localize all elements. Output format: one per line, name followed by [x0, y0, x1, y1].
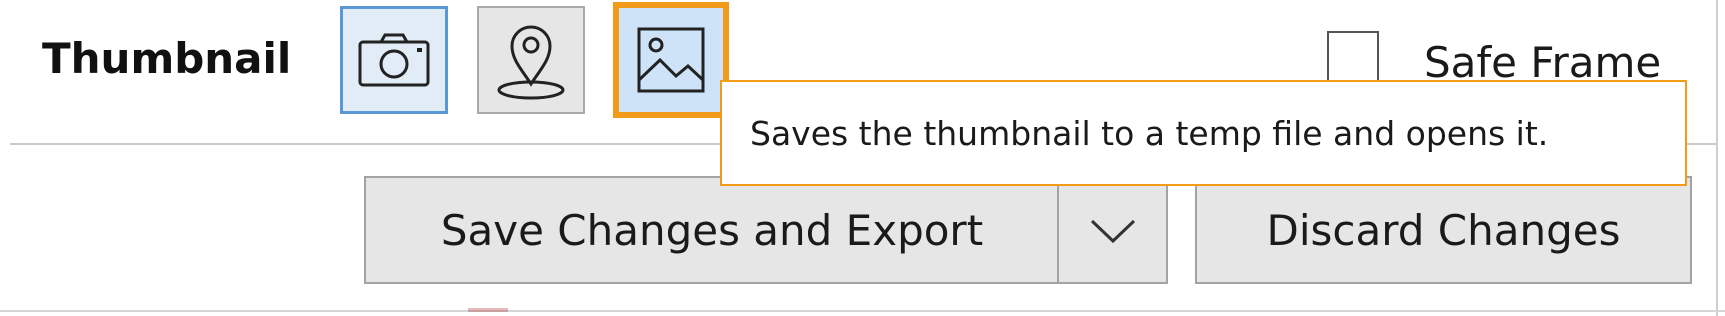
- camera-button[interactable]: [340, 6, 448, 114]
- chevron-down-icon: [1088, 206, 1138, 255]
- panel-bottom-border: [0, 310, 1725, 312]
- location-button[interactable]: [477, 6, 585, 114]
- save-options-dropdown-button[interactable]: [1057, 176, 1168, 284]
- bottom-edge-mark: [468, 308, 508, 312]
- open-thumbnail-button[interactable]: [613, 2, 729, 118]
- safe-frame-checkbox[interactable]: [1327, 31, 1379, 83]
- thumbnail-label: Thumbnail: [42, 34, 292, 83]
- thumbnail-panel: Thumbnail Safe Frame Save Changes and Ex…: [0, 0, 1725, 316]
- tooltip-text: Saves the thumbnail to a temp file and o…: [750, 113, 1549, 153]
- discard-changes-button[interactable]: Discard Changes: [1195, 176, 1692, 284]
- tooltip: Saves the thumbnail to a temp file and o…: [720, 80, 1687, 186]
- image-icon: [636, 26, 706, 94]
- panel-right-border: [1716, 0, 1718, 316]
- camera-icon: [357, 32, 431, 88]
- location-pin-icon: [496, 18, 566, 102]
- save-changes-and-export-button[interactable]: Save Changes and Export: [364, 176, 1060, 284]
